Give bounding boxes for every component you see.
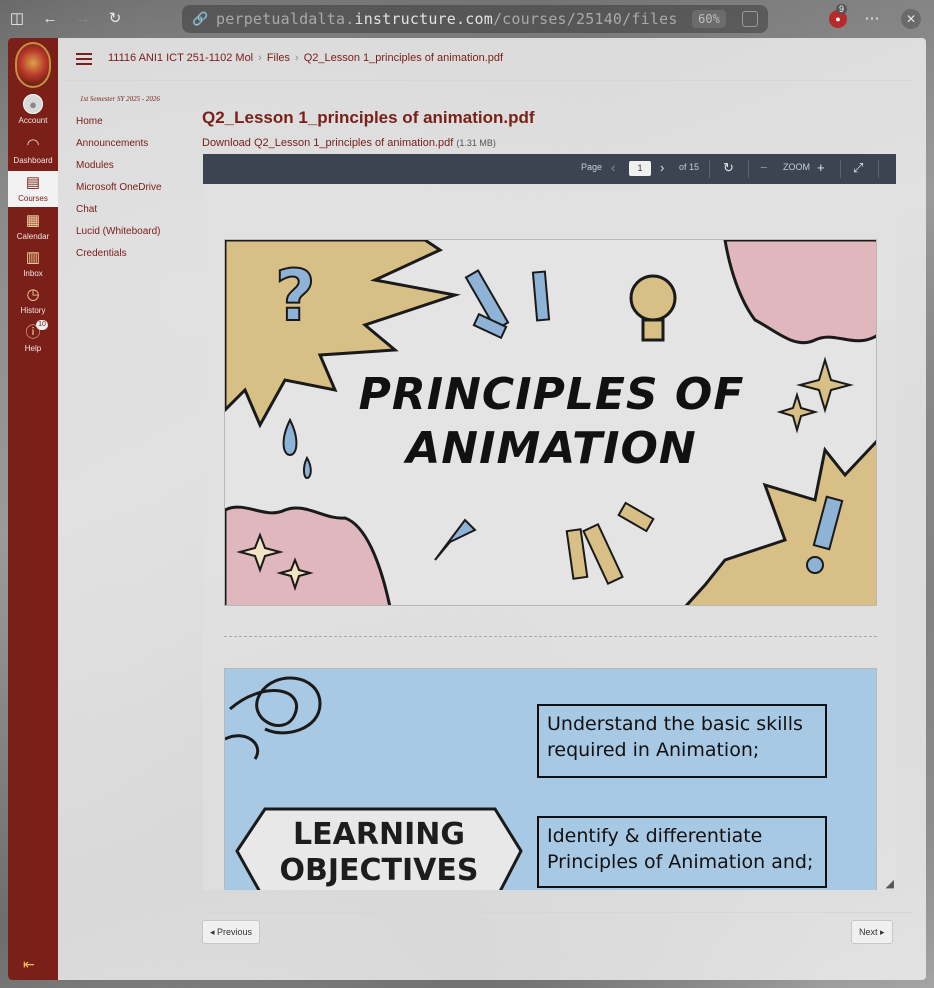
close-icon[interactable]: ✕	[901, 9, 921, 29]
courses-book-icon: ▤	[25, 174, 41, 191]
link-icon: 🔗	[192, 11, 209, 26]
school-logo[interactable]	[15, 42, 51, 88]
objective-box-2: Identify & differentiate Principles of A…	[537, 816, 827, 888]
breadcrumb: 11116 ANI1 ICT 251-1102 Mol › Files › Q2_Les…	[108, 52, 503, 64]
pager-divider	[202, 912, 912, 913]
extension-badge-count: 9	[836, 4, 848, 14]
objective-box-1: Understand the basic skills required in …	[537, 704, 827, 778]
download-link[interactable]: Download Q2_Lesson 1_principles of anima…	[202, 137, 496, 149]
course-nav-announcements[interactable]: Announcements	[76, 138, 162, 160]
reader-mode-icon[interactable]	[742, 11, 758, 27]
course-nav-modules[interactable]: Modules	[76, 160, 162, 182]
toolbar-divider	[878, 160, 879, 178]
more-menu-icon[interactable]: ⋯	[862, 9, 882, 29]
nav-calendar[interactable]: ▦ Calendar	[8, 212, 58, 241]
nav-history[interactable]: ◷ History	[8, 286, 58, 315]
course-nav-credentials[interactable]: Credentials	[76, 248, 162, 270]
reload-icon[interactable]: ↻	[105, 9, 125, 29]
course-nav-home[interactable]: Home	[76, 116, 162, 138]
chevron-right-icon: ›	[258, 52, 262, 64]
zoom-out-icon[interactable]: −	[760, 160, 768, 175]
page-number-input[interactable]: 1	[629, 161, 651, 176]
forward-icon[interactable]: →	[73, 9, 93, 29]
url-text[interactable]: perpetualdalta.instructure.com/courses/2…	[216, 10, 678, 28]
canvas-window: ● Account ◠ Dashboard ▤ Courses ▦ Calend…	[8, 38, 926, 980]
clock-icon: ◷	[26, 286, 40, 303]
download-link-label[interactable]: Download Q2_Lesson 1_principles of anima…	[202, 137, 453, 149]
collapse-nav-icon[interactable]: ⇤	[23, 956, 35, 973]
learning-objectives-heading: LEARNING OBJECTIVES	[279, 817, 479, 888]
fullscreen-icon[interactable]: ⤢	[853, 160, 863, 176]
pdf-page-1: ? PRINCIPLES OF ANIMATION	[224, 239, 877, 606]
zoom-label: ZOOM	[783, 162, 810, 172]
page-count: of 15	[679, 162, 700, 172]
help-icon: ⓘ	[25, 324, 41, 341]
rotate-icon[interactable]: ↻	[723, 160, 734, 176]
course-nav-chat[interactable]: Chat	[76, 204, 162, 226]
global-navigation: ● Account ◠ Dashboard ▤ Courses ▦ Calend…	[8, 38, 58, 980]
pdf-toolbar: Page ‹ 1 › of 15 ↻ − ZOOM + ⤢	[203, 154, 896, 184]
user-avatar-icon: ●	[23, 94, 43, 114]
inbox-icon: ▥	[25, 249, 41, 266]
toolbar-divider	[709, 160, 710, 178]
next-button[interactable]: Next ▸	[851, 920, 893, 944]
nav-courses[interactable]: ▤ Courses	[8, 171, 58, 207]
previous-button[interactable]: ◂ Previous	[202, 920, 261, 944]
page-divider	[224, 636, 877, 637]
breadcrumb-file[interactable]: Q2_Lesson 1_principles of animation.pdf	[304, 52, 503, 64]
sidebar-toggle-icon[interactable]: ◫	[7, 9, 27, 29]
svg-text:?: ?	[275, 255, 316, 337]
course-nav-onedrive[interactable]: Microsoft OneDrive	[76, 182, 162, 204]
browser-toolbar: ◫ ← → ↻ 🔗 perpetualdalta.instructure.com…	[0, 0, 934, 38]
page-title: Q2_Lesson 1_principles of animation.pdf	[202, 108, 535, 127]
nav-inbox[interactable]: ▥ Inbox	[8, 249, 58, 278]
nav-dashboard[interactable]: ◠ Dashboard	[8, 136, 58, 165]
pdf-page-2: LEARNING OBJECTIVES Understand the basic…	[224, 668, 877, 890]
toolbar-divider	[748, 160, 749, 178]
nav-help[interactable]: ⓘ 10 Help	[8, 320, 58, 353]
dashboard-icon: ◠	[26, 136, 40, 153]
address-bar[interactable]: 🔗 perpetualdalta.instructure.com/courses…	[182, 5, 768, 33]
help-badge: 10	[36, 320, 48, 330]
back-icon[interactable]: ←	[40, 9, 60, 29]
header-divider	[66, 80, 912, 81]
zoom-in-icon[interactable]: +	[817, 160, 825, 175]
prev-page-icon[interactable]: ‹	[611, 160, 615, 175]
next-page-icon[interactable]: ›	[660, 160, 664, 175]
pdf-viewer[interactable]: Page ‹ 1 › of 15 ↻ − ZOOM + ⤢ ? PRINCIPL…	[203, 154, 896, 890]
zoom-indicator[interactable]: 60%	[692, 10, 726, 28]
file-size: (1.31 MB)	[456, 138, 496, 148]
course-nav-lucid[interactable]: Lucid (Whiteboard)	[76, 226, 162, 248]
term-label: 1st Semester SY 2025 - 2026	[80, 95, 160, 103]
breadcrumb-files[interactable]: Files	[267, 52, 290, 64]
page-label: Page	[581, 162, 603, 172]
slide1-title: PRINCIPLES OF ANIMATION	[358, 369, 745, 474]
breadcrumb-course[interactable]: 11116 ANI1 ICT 251-1102 Mol	[108, 52, 253, 64]
course-navigation: Home Announcements Modules Microsoft One…	[76, 116, 162, 270]
course-menu-toggle[interactable]	[76, 53, 92, 65]
chevron-right-icon: ›	[295, 52, 299, 64]
resize-handle-icon[interactable]: ◢	[886, 877, 894, 890]
toolbar-divider	[840, 160, 841, 178]
calendar-icon: ▦	[25, 212, 41, 229]
nav-account[interactable]: ● Account	[8, 94, 58, 125]
